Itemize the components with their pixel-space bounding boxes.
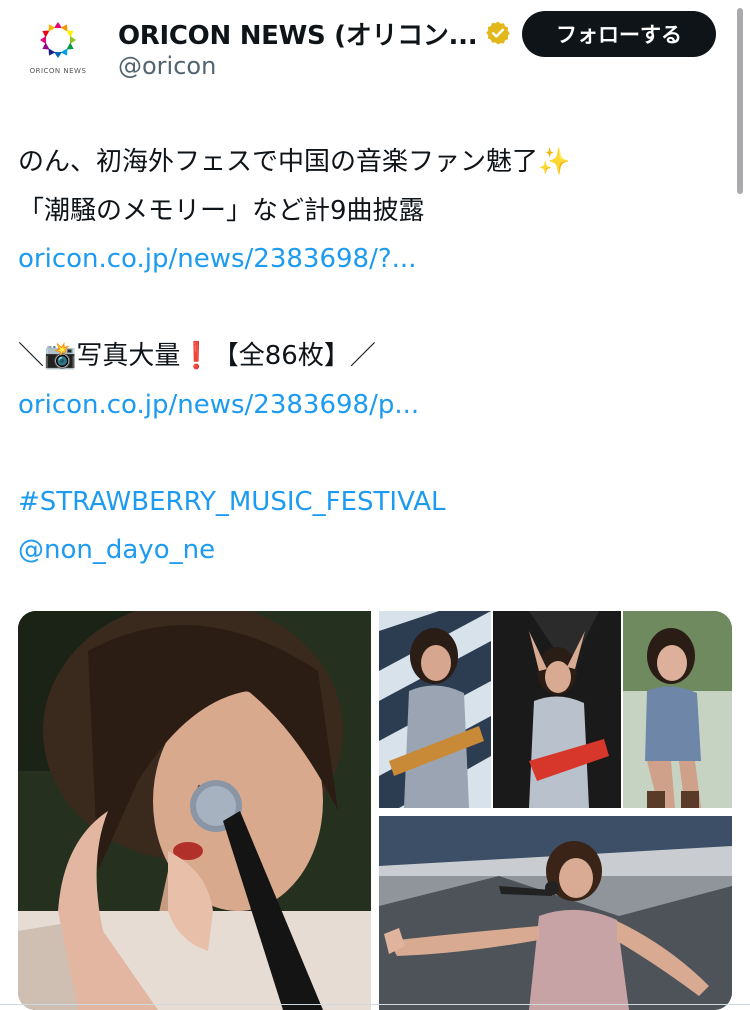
avatar-label: ORICON NEWS <box>29 67 87 75</box>
user-handle[interactable]: @oricon <box>118 52 216 80</box>
scrollbar[interactable] <box>737 8 743 194</box>
oricon-logo-icon <box>40 22 76 58</box>
tweet-text: のん、初海外フェスで中国の音楽ファン魅了✨ 「潮騒のメモリー」など計9曲披露 o… <box>18 138 728 575</box>
divider <box>0 1004 750 1005</box>
avatar[interactable]: ORICON NEWS <box>20 12 96 88</box>
article-link[interactable]: oricon.co.jp/news/2383698/?... <box>18 235 728 284</box>
follow-button[interactable]: フォローする <box>522 11 716 57</box>
tweet-line: 「潮騒のメモリー」など計9曲披露 <box>18 195 425 226</box>
photo-singer-closeup[interactable] <box>18 611 371 1010</box>
tweet-line: のん、初海外フェスで中国の音楽ファン魅了✨ <box>18 147 571 177</box>
display-name[interactable]: ORICON NEWS (オリコン... <box>118 15 478 52</box>
photo-gallery-link[interactable]: oricon.co.jp/news/2383698/p... <box>18 381 728 430</box>
hashtag-link[interactable]: #STRAWBERRY_MUSIC_FESTIVAL <box>18 478 728 527</box>
mention-link[interactable]: @non_dayo_ne <box>18 526 728 575</box>
verified-badge-icon <box>486 21 510 45</box>
photo-stage-performance[interactable] <box>379 816 732 1010</box>
tweet-header: ORICON NEWS ORICON NEWS (オリコン... @oricon… <box>0 0 750 100</box>
tweet-line: ＼📸写真大量❗️【全86枚】／ <box>18 341 376 371</box>
media-grid <box>18 611 732 1010</box>
photo-guitar-collage[interactable] <box>379 611 732 808</box>
name-row: ORICON NEWS (オリコン... <box>118 15 511 52</box>
